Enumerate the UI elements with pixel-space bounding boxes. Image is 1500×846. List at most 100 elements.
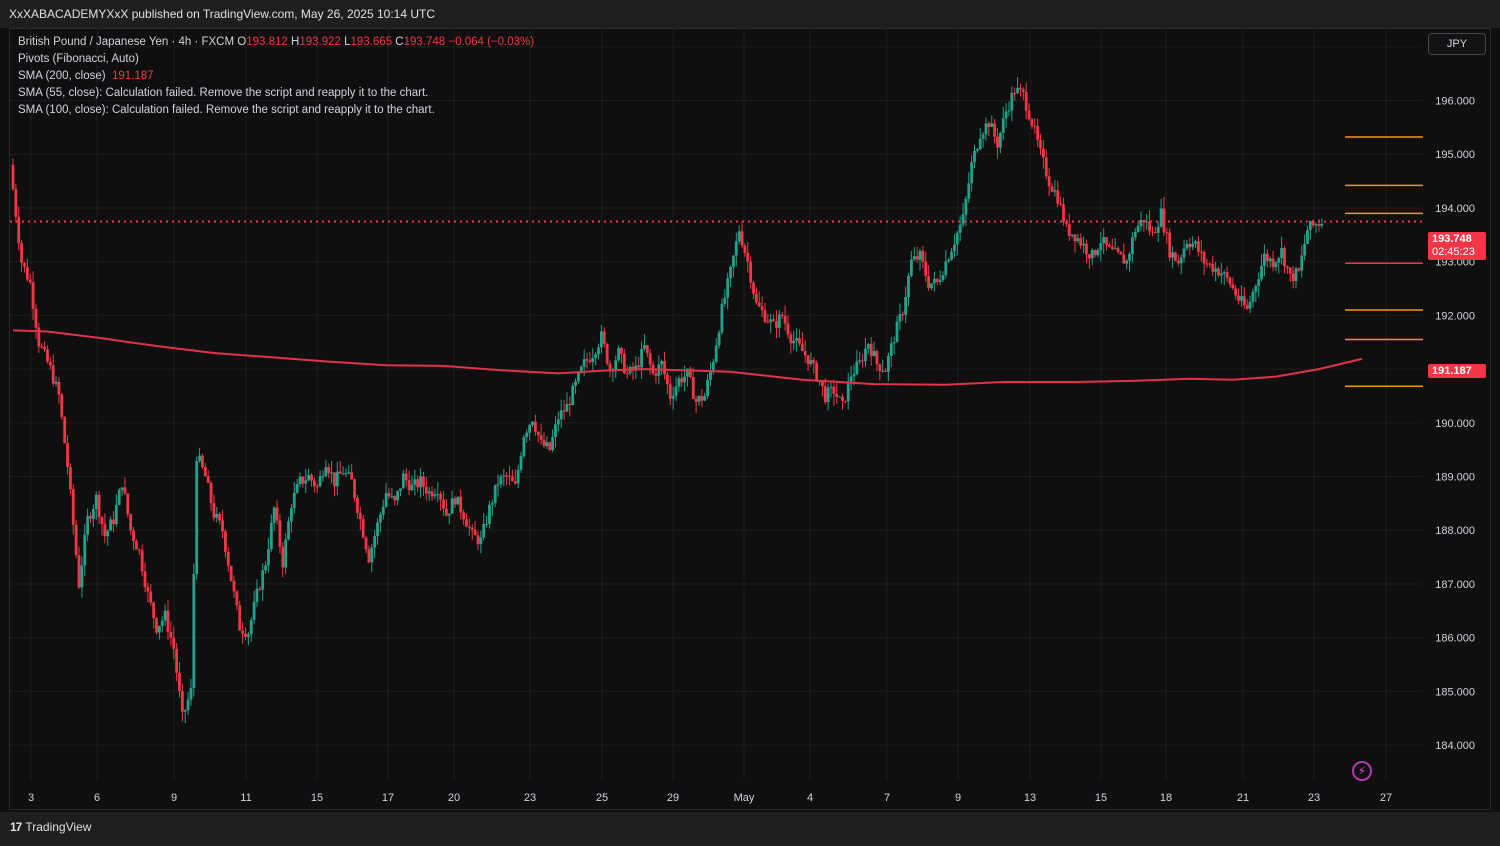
candle-body	[1024, 91, 1028, 111]
candle-body	[353, 479, 356, 498]
candle-body	[1004, 111, 1008, 119]
tradingview-logo[interactable]: 17 TradingView	[10, 820, 91, 834]
candle-body	[551, 437, 554, 450]
candle-body	[301, 476, 305, 484]
candle-body	[769, 319, 773, 323]
candle-body	[341, 473, 345, 475]
x-tick-label: 17	[382, 792, 394, 804]
indicator-sma100[interactable]: SMA (100, close): Calculation failed. Re…	[18, 102, 534, 119]
candle-body	[878, 364, 882, 371]
candle-body	[967, 183, 971, 199]
y-tick-label: 189.000	[1435, 472, 1475, 484]
x-tick-label: 15	[311, 792, 323, 804]
candle-body	[89, 516, 92, 519]
candle-body	[146, 586, 150, 592]
candle-body	[763, 310, 767, 322]
candle-body	[433, 494, 437, 497]
candle-body	[1113, 248, 1117, 250]
candle-body	[754, 293, 758, 303]
chart-canvas[interactable]: 184.000 185.000 186.000 187.000 188.000 189.0…	[0, 0, 1500, 846]
candle-body	[149, 591, 153, 603]
candle-body	[843, 400, 847, 402]
indicator-pivots[interactable]: Pivots (Fibonacci, Auto)	[18, 51, 534, 68]
candle-body	[815, 362, 819, 381]
y-tick-label: 186.000	[1435, 633, 1475, 645]
y-tick-label: 195.000	[1435, 149, 1475, 161]
symbol-name[interactable]: British Pound / Japanese Yen · 4h · FXCM	[18, 36, 234, 48]
candle-body	[1133, 232, 1137, 238]
candle-body	[1260, 265, 1263, 280]
candle-body	[772, 319, 776, 322]
candle-body	[401, 473, 405, 489]
candle-body	[812, 360, 816, 363]
candle-body	[1217, 268, 1220, 276]
candle-body	[752, 282, 755, 294]
candle-body	[987, 123, 991, 127]
candle-body	[1039, 140, 1042, 149]
candle-body	[241, 630, 245, 634]
sma200-value: 191.187	[111, 70, 154, 82]
candle-body	[904, 297, 908, 315]
candle-body	[281, 546, 285, 568]
candle-body	[821, 381, 824, 387]
candle-body	[1013, 92, 1017, 94]
candle-body	[941, 275, 945, 281]
ohlc-close: C193.748	[395, 36, 446, 48]
candle-body	[1179, 257, 1183, 264]
candle-body	[338, 471, 342, 474]
candle-body	[792, 340, 796, 344]
candle-body	[841, 396, 844, 401]
candle-body	[1263, 253, 1266, 266]
candle-body	[387, 493, 391, 497]
x-tick-label: 21	[1237, 792, 1249, 804]
currency-button[interactable]: JPY	[1428, 33, 1486, 55]
candle-body	[416, 479, 420, 488]
candle-body	[1099, 243, 1103, 251]
candle-body	[901, 314, 905, 316]
candle-body	[1294, 268, 1298, 282]
candle-body	[798, 338, 801, 344]
candle-body	[298, 476, 302, 485]
candle-body	[714, 345, 718, 362]
candle-body	[737, 231, 741, 242]
candle-body	[599, 331, 603, 348]
x-tick-label: 27	[1380, 792, 1392, 804]
candle-body	[1308, 221, 1312, 231]
indicator-sma200[interactable]: SMA (200, close) 191.187	[18, 68, 534, 85]
candle-body	[694, 398, 698, 402]
candle-body	[734, 241, 738, 256]
candle-body	[278, 520, 282, 547]
candle-body	[393, 496, 397, 501]
x-tick-label: 23	[524, 792, 536, 804]
candle-body	[1030, 119, 1034, 126]
candle-body	[1194, 241, 1197, 244]
candle-body	[958, 224, 962, 233]
x-tick-label: 20	[448, 792, 460, 804]
candle-body	[1050, 186, 1054, 192]
candle-body	[488, 504, 491, 524]
candle-body	[640, 348, 643, 368]
indicator-sma55[interactable]: SMA (55, close): Calculation failed. Rem…	[18, 85, 534, 102]
candle-body	[120, 487, 124, 490]
lightning-icon[interactable]: ⚡	[1352, 761, 1372, 781]
candle-body	[1151, 231, 1154, 233]
candle-body	[947, 259, 951, 262]
candle-body	[528, 424, 532, 433]
candle-body	[1168, 232, 1172, 258]
candle-body	[152, 602, 156, 619]
candle-body	[195, 461, 199, 574]
candle-body	[292, 492, 296, 509]
candle-body	[157, 625, 161, 633]
candle-body	[803, 351, 807, 356]
ohlc-open: O193.812	[237, 36, 288, 48]
candle-body	[129, 514, 133, 531]
candle-body	[1234, 288, 1238, 296]
candle-body	[48, 361, 52, 366]
candle-body	[40, 346, 44, 348]
candle-body	[370, 547, 374, 563]
candle-body	[556, 419, 560, 425]
candle-body	[229, 565, 233, 581]
candle-body	[511, 476, 514, 482]
candle-body	[780, 314, 784, 316]
candle-body	[1219, 273, 1223, 276]
